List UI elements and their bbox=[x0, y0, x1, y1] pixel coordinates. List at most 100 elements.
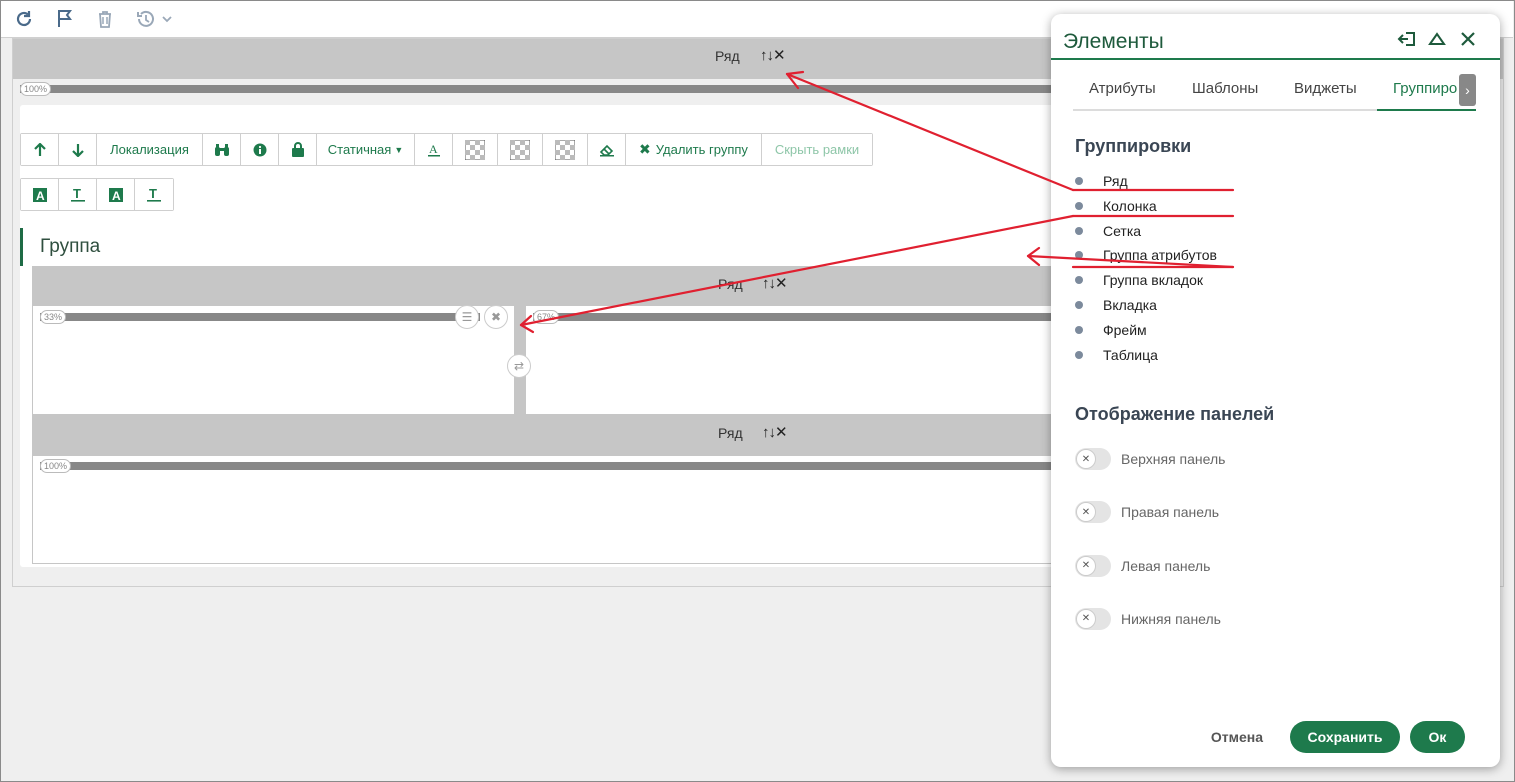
column-33-width-badge: 33% bbox=[40, 310, 67, 324]
cancel-button[interactable]: Отмена bbox=[1201, 721, 1273, 753]
tab-attributes[interactable]: Атрибуты bbox=[1089, 80, 1156, 97]
inner-row1-label: Ряд bbox=[718, 276, 743, 292]
heading-style-button-3[interactable]: A bbox=[97, 179, 135, 210]
grouping-item-label: Колонка bbox=[1103, 197, 1157, 214]
toggle-off-icon: ✕ bbox=[1076, 555, 1096, 576]
lock-button[interactable] bbox=[279, 134, 317, 165]
grouping-item-label: Группа вкладок bbox=[1103, 272, 1204, 289]
column-settings-icon[interactable]: ☰ bbox=[455, 305, 479, 329]
text-filled-a-icon: A bbox=[108, 187, 123, 202]
panel-header-divider bbox=[1051, 58, 1500, 60]
eraser-button[interactable] bbox=[588, 134, 626, 165]
eraser-icon bbox=[599, 144, 614, 156]
trash-icon[interactable] bbox=[93, 7, 117, 31]
refresh-icon[interactable] bbox=[12, 7, 36, 31]
heading-style-button-4[interactable]: T bbox=[135, 179, 173, 210]
grouping-item[interactable]: Сетка bbox=[1075, 221, 1141, 241]
bg-transparent-button-3[interactable] bbox=[543, 134, 588, 165]
dock-icon[interactable] bbox=[1396, 28, 1418, 50]
grouping-item[interactable]: Таблица bbox=[1075, 345, 1158, 365]
grouping-item[interactable]: Колонка bbox=[1075, 196, 1157, 216]
inner-row2-width-bar[interactable] bbox=[40, 462, 1080, 470]
delete-group-button[interactable]: ✖ Удалить группу bbox=[626, 134, 762, 165]
toggle-switch[interactable]: ✕ bbox=[1075, 607, 1111, 630]
inner-row2-column[interactable] bbox=[32, 456, 1080, 564]
group-title: Группа bbox=[20, 228, 100, 266]
bg-transparent-button-2[interactable] bbox=[498, 134, 543, 165]
binoculars-button[interactable] bbox=[203, 134, 241, 165]
info-icon bbox=[253, 143, 266, 156]
font-color-icon: A bbox=[427, 142, 440, 156]
save-button[interactable]: Сохранить bbox=[1290, 721, 1400, 753]
hide-frames-button[interactable]: Скрыть рамки bbox=[762, 134, 872, 165]
checkerboard-icon bbox=[465, 139, 485, 160]
tab-templates[interactable]: Шаблоны bbox=[1192, 80, 1258, 97]
bullet-icon bbox=[1075, 226, 1083, 235]
flag-icon[interactable] bbox=[53, 7, 77, 31]
tab-widgets[interactable]: Виджеты bbox=[1294, 80, 1357, 97]
grouping-item-label: Вкладка bbox=[1103, 297, 1157, 313]
close-icon[interactable] bbox=[1457, 28, 1479, 50]
toggle-label: Правая панель bbox=[1121, 504, 1220, 521]
bullet-icon bbox=[1075, 251, 1083, 260]
bullet-icon bbox=[1075, 276, 1083, 285]
column-67[interactable] bbox=[525, 306, 1080, 414]
groupings-title: Группировки bbox=[1075, 136, 1192, 156]
group-toolbar-row1: Локализация Статичная ▼ A ✖ Удалить груп… bbox=[20, 133, 873, 166]
toggle-switch[interactable]: ✕ bbox=[1075, 501, 1111, 524]
panel-tabs: Атрибуты Шаблоны Виджеты Группиро › bbox=[1073, 74, 1476, 111]
move-down-button[interactable] bbox=[59, 134, 97, 165]
toggle-switch[interactable]: ✕ bbox=[1075, 554, 1111, 577]
localization-button[interactable]: Локализация bbox=[97, 134, 203, 165]
inner-row2-label: Ряд bbox=[718, 425, 743, 441]
lock-icon bbox=[291, 142, 304, 157]
panel-title: Элементы bbox=[1063, 30, 1164, 53]
grouping-item[interactable]: Ряд bbox=[1075, 171, 1128, 191]
grouping-item[interactable]: Группа вкладок bbox=[1075, 270, 1203, 290]
binoculars-icon bbox=[214, 143, 229, 156]
collapse-icon[interactable] bbox=[1426, 28, 1448, 50]
bullet-icon bbox=[1075, 350, 1083, 359]
heading-style-button-1[interactable]: A bbox=[21, 179, 59, 210]
top-row-width-badge: 100% bbox=[20, 82, 52, 96]
bullet-icon bbox=[1075, 301, 1083, 309]
static-dropdown-label: Статичная bbox=[327, 142, 392, 157]
column-67-width-bar[interactable] bbox=[533, 313, 1080, 321]
top-row-width-bar[interactable] bbox=[20, 85, 1060, 93]
toggle-switch[interactable]: ✕ bbox=[1075, 448, 1111, 470]
bg-transparent-button-1[interactable] bbox=[453, 134, 498, 165]
heading-style-button-2[interactable]: T bbox=[59, 179, 97, 210]
inner-row1-bar[interactable] bbox=[32, 266, 1080, 306]
text-color-button[interactable]: A bbox=[415, 134, 453, 165]
column-33-width-bar[interactable] bbox=[40, 313, 480, 321]
inner-row2-bar[interactable] bbox=[32, 414, 1080, 456]
grouping-item[interactable]: Вкладка bbox=[1075, 295, 1157, 315]
panel-toggle-row: ✕ Левая панель bbox=[1075, 554, 1210, 577]
grouping-item[interactable]: Фрейм bbox=[1075, 320, 1147, 340]
top-row-controls[interactable]: ↑↓✕ bbox=[760, 46, 786, 64]
toggle-label: Нижняя панель bbox=[1121, 610, 1221, 627]
inner-row2-controls[interactable]: ↑↓✕ bbox=[762, 423, 788, 441]
static-dropdown[interactable]: Статичная ▼ bbox=[317, 134, 415, 165]
text-filled-a-icon: A bbox=[32, 187, 47, 202]
grouping-item[interactable]: Группа атрибутов bbox=[1075, 245, 1217, 265]
column-33[interactable] bbox=[32, 306, 514, 414]
close-icon: ✖ bbox=[639, 141, 651, 157]
text-t-icon: T bbox=[70, 187, 85, 202]
grouping-item-label: Таблица bbox=[1103, 346, 1158, 363]
move-up-button[interactable] bbox=[21, 134, 59, 165]
inner-row1-controls[interactable]: ↑↓✕ bbox=[762, 274, 788, 292]
tab-groupings[interactable]: Группиро bbox=[1393, 80, 1459, 97]
swap-columns-icon[interactable]: ⇄ bbox=[507, 354, 531, 378]
history-icon[interactable] bbox=[134, 7, 176, 31]
top-row-label: Ряд bbox=[715, 48, 740, 64]
checkerboard-icon bbox=[510, 139, 530, 160]
column-close-icon[interactable]: ✖ bbox=[484, 305, 508, 329]
inner-row2-width-badge: 100% bbox=[40, 459, 72, 473]
tabs-scroll-right-icon[interactable]: › bbox=[1459, 74, 1476, 106]
panel-toggle-row: ✕ Нижняя панель bbox=[1075, 607, 1221, 630]
info-button[interactable] bbox=[241, 134, 279, 165]
checkerboard-icon bbox=[555, 139, 575, 160]
ok-button[interactable]: Ок bbox=[1410, 721, 1465, 753]
toggle-label: Верхняя панель bbox=[1121, 451, 1226, 467]
